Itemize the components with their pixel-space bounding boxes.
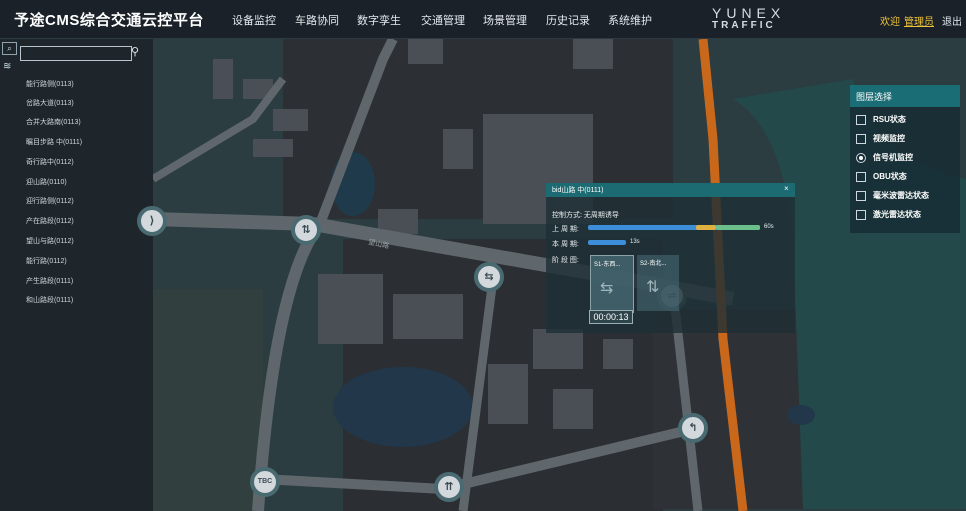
nav-item-digital-twin[interactable]: 数字孪生 (357, 12, 401, 28)
layer-panel-header: 图层选择 (850, 85, 960, 107)
search-icon[interactable]: ⚲ (131, 45, 139, 58)
swap-icon: ⇆ (484, 271, 494, 283)
last-cycle-bar-yellow (696, 225, 716, 230)
intersection-node[interactable]: ⇅ (291, 215, 321, 245)
sidebar-item[interactable]: 和山路段(0111) (26, 295, 73, 305)
sidebar-item[interactable]: 合并大路南(0113) (26, 117, 81, 127)
logout-button[interactable]: 退出 (942, 13, 962, 28)
nav-item-device-monitor[interactable]: 设备监控 (232, 12, 276, 28)
phase-timer: 00:00:13 (589, 310, 633, 324)
filter-search-icon[interactable]: ⌕ (2, 42, 17, 55)
phase-card-1[interactable]: S1-东西... ⇆ (590, 255, 634, 313)
sidebar-item[interactable]: 产在路段(0112) (26, 216, 74, 226)
brand-logo-bottom: TRAFFIC (712, 20, 776, 31)
layer-label: 信号机监控 (873, 153, 913, 162)
current-cycle-value: 13s (630, 239, 640, 245)
wifi-icon[interactable]: ≋ (3, 61, 11, 72)
radio-selected[interactable] (856, 153, 866, 163)
nav-item-system[interactable]: 系统维护 (608, 12, 652, 28)
checkbox[interactable] (856, 172, 866, 182)
sidebar-item[interactable]: 瞩目步路 中(0111) (26, 137, 82, 147)
sidebar-item[interactable]: 迎山路(0110) (26, 177, 67, 187)
north-south-icon: ⇅ (646, 279, 660, 296)
layer-label: 毫米波雷达状态 (873, 191, 929, 200)
sidebar-item[interactable]: 奇行路中(0112) (26, 157, 74, 167)
layer-label: OBU状态 (873, 172, 907, 181)
control-mode: 控制方式: 无周期诱导 (552, 212, 619, 219)
layer-label: 激光雷达状态 (873, 210, 921, 219)
intersection-node[interactable]: TBC (250, 467, 280, 497)
welcome-text: 欢迎 (880, 17, 900, 28)
last-cycle-value: 60s (764, 224, 774, 230)
east-west-icon: ⇆ (600, 280, 614, 297)
checkbox[interactable] (856, 134, 866, 144)
last-cycle-bar-green (716, 225, 760, 230)
straight-icon: ⇈ (444, 481, 454, 493)
sidebar-item[interactable]: 能行路侧(0113) (26, 79, 74, 89)
sidebar-item[interactable]: 能行路(0112) (26, 256, 67, 266)
layer-panel: 图层选择 RSU状态 视频监控 信号机监控 OBU状态 毫米波雷达状态 激光雷达… (850, 85, 960, 233)
nav-item-scene-management[interactable]: 场景管理 (483, 12, 527, 28)
top-bar: 予途CMS综合交通云控平台 设备监控 车路协同 数字孪生 交通管理 场景管理 历… (0, 0, 966, 39)
checkbox[interactable] (856, 210, 866, 220)
nav-item-traffic-management[interactable]: 交通管理 (421, 12, 465, 28)
phase-diagram-label: 阶 段 图: (552, 257, 579, 264)
left-turn-icon: ↰ (688, 422, 698, 434)
intersection-node[interactable]: ⇆ (474, 262, 504, 292)
phase-2-label: S2-南北... (640, 261, 667, 267)
intersection-node[interactable]: ⇈ (434, 472, 464, 502)
intersection-node[interactable]: ⟩ (137, 206, 167, 236)
search-input[interactable] (20, 46, 132, 61)
layer-panel-title: 图层选择 (856, 92, 893, 102)
user-link[interactable]: 管理员 (904, 13, 934, 28)
popup-header: bid山路 中(0111) × (546, 183, 795, 197)
sidebar-item[interactable]: 望山与路(0112) (26, 236, 74, 246)
layer-label: 视频监控 (873, 134, 905, 143)
checkbox[interactable] (856, 115, 866, 125)
checkbox[interactable] (856, 191, 866, 201)
nav-item-history[interactable]: 历史记录 (546, 12, 590, 28)
current-cycle-label: 本 周 期: (552, 241, 579, 248)
sidebar-item[interactable]: 产生路段(0111) (26, 276, 73, 286)
intersection-node[interactable]: ↰ (678, 413, 708, 443)
app-title: 予途CMS综合交通云控平台 (14, 12, 204, 29)
turn-right-icon: ⇅ (301, 224, 311, 236)
popup-title: bid山路 中(0111) (552, 187, 604, 194)
phase-card-2[interactable]: S2-南北... ⇅ (637, 255, 679, 311)
last-cycle-label: 上 周 期: (552, 226, 579, 233)
sidebar-item[interactable]: 岔路大道(0113) (26, 98, 74, 108)
tbc-node: TBC (257, 478, 273, 485)
nav-item-vehicle-road[interactable]: 车路协同 (295, 12, 339, 28)
sidebar: ⌕ ≋ ⚲ 能行路侧(0113) 岔路大道(0113) 合并大路南(0113) … (0, 39, 153, 511)
sidebar-item[interactable]: 迎行路侧(0112) (26, 196, 74, 206)
current-cycle-bar (588, 240, 626, 245)
phase-1-label: S1-东西... (594, 262, 621, 268)
brand-logo-top: YUNEX (712, 5, 786, 21)
layer-label: RSU状态 (873, 115, 906, 124)
close-icon[interactable]: × (784, 184, 789, 193)
partial-node-icon: ⟩ (149, 215, 155, 227)
